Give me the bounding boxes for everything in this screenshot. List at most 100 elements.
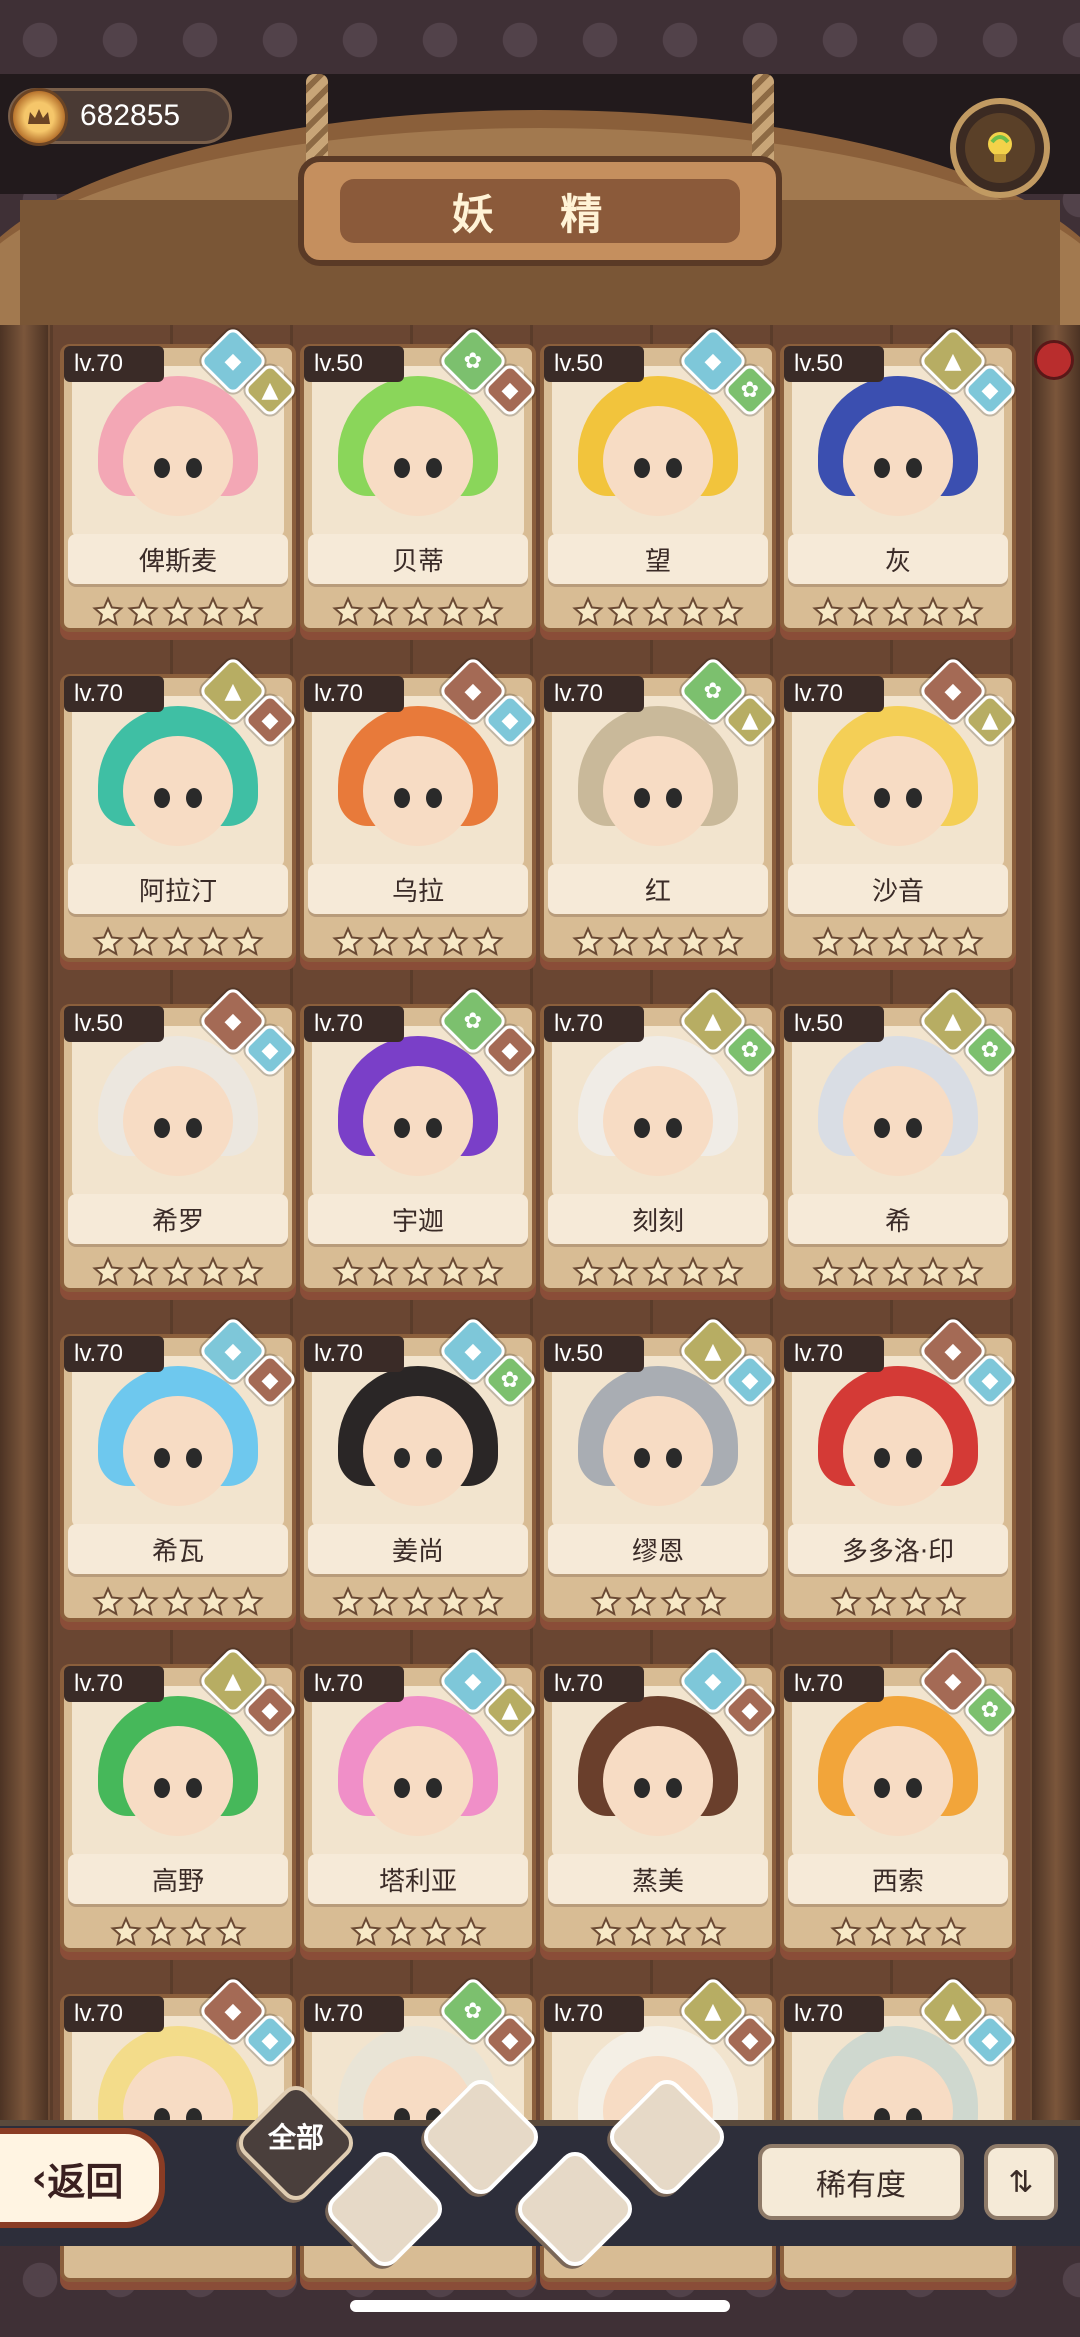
- star-icon: [917, 1256, 949, 1287]
- portrait-eye: [426, 1778, 442, 1798]
- element-glyph: ◆: [741, 2027, 759, 2053]
- fairy-card[interactable]: lv.50 ▲ ◆ 灰: [780, 325, 1019, 640]
- star-icon: [472, 596, 504, 627]
- portrait-face: [603, 736, 713, 846]
- fairy-card[interactable]: lv.70 ▲ ◆ 高野: [60, 1645, 299, 1960]
- fairy-card[interactable]: lv.70 ◆ ◆ 乌拉: [300, 655, 539, 970]
- fairy-card[interactable]: lv.70 ▲ ◆ 阿拉汀: [60, 655, 299, 970]
- fairy-card[interactable]: lv.70 ◆ ▲ 沙音: [780, 655, 1019, 970]
- element-glyph: ◆: [261, 1367, 279, 1393]
- portrait-eye: [394, 1778, 410, 1798]
- star-icon: [197, 1586, 229, 1617]
- level-label: lv.70: [64, 346, 164, 382]
- portrait-eye: [666, 458, 682, 478]
- star-icon: [712, 926, 744, 957]
- fairy-card[interactable]: lv.70 ◆ ▲ 俾斯麦: [60, 325, 299, 640]
- star-icon: [162, 1586, 194, 1617]
- fairy-name: 塔利亚: [308, 1854, 528, 1904]
- star-icon: [694, 1916, 727, 1947]
- portrait-eye: [634, 458, 650, 478]
- portrait-eye: [634, 1118, 650, 1138]
- fairy-card[interactable]: lv.50 ◆ ◆ 希罗: [60, 985, 299, 1300]
- star-icon: [402, 1586, 434, 1617]
- fairy-card[interactable]: lv.70 ◆ ✿ 姜尚: [300, 1315, 539, 1630]
- portrait-eye: [666, 1778, 682, 1798]
- star-icon: [232, 1586, 264, 1617]
- fairy-card[interactable]: lv.70 ◆ ✿ 西索: [780, 1645, 1019, 1960]
- fairy-card[interactable]: lv.50 ✿ ◆ 贝蒂: [300, 325, 539, 640]
- help-button[interactable]: [950, 98, 1050, 198]
- fairy-card[interactable]: lv.70 ✿ ◆ 宇迦: [300, 985, 539, 1300]
- star-icon: [332, 596, 364, 627]
- portrait-face: [363, 1066, 473, 1176]
- fairy-card[interactable]: lv.70 ◆ ◆ 希瓦: [60, 1315, 299, 1630]
- fairy-card[interactable]: lv.70 ◆ ◆ 多多洛·印: [780, 1315, 1019, 1630]
- star-icon: [437, 596, 469, 627]
- fairy-name: 沙音: [788, 864, 1008, 914]
- level-label: lv.50: [544, 1336, 644, 1372]
- star-icon: [367, 926, 399, 957]
- portrait-eye: [154, 1778, 170, 1798]
- fairy-name: 俾斯麦: [68, 534, 288, 584]
- portrait-face: [363, 736, 473, 846]
- element-glyph: ▲: [981, 707, 999, 733]
- portrait-face: [123, 736, 233, 846]
- home-indicator[interactable]: [350, 2300, 730, 2312]
- portrait-eye: [186, 1118, 202, 1138]
- star-icon: [882, 596, 914, 627]
- star-icon: [332, 926, 364, 957]
- portrait-eye: [154, 458, 170, 478]
- fairy-name: 望: [548, 534, 768, 584]
- fairy-card[interactable]: lv.50 ▲ ✿ 希: [780, 985, 1019, 1300]
- element-glyph: ◆: [944, 1668, 962, 1694]
- back-button[interactable]: ‹ 返回: [0, 2128, 165, 2228]
- element-glyph: ◆: [464, 1668, 482, 1694]
- fairy-card[interactable]: lv.70 ▲ ✿ 刻刻: [540, 985, 779, 1300]
- portrait-eye: [154, 1118, 170, 1138]
- ladybug-icon: [1034, 340, 1074, 380]
- star-rating: [780, 922, 1016, 962]
- star-icon: [92, 1256, 124, 1287]
- star-icon: [332, 1256, 364, 1287]
- star-icon: [402, 1256, 434, 1287]
- fairy-card[interactable]: lv.70 ◆ ◆ 蒸美: [540, 1645, 779, 1960]
- star-icon: [332, 1586, 364, 1617]
- portrait-face: [843, 1396, 953, 1506]
- element-glyph: ◆: [224, 348, 242, 374]
- back-label: 返回: [47, 2159, 124, 2204]
- fairy-card[interactable]: lv.70 ◆ ▲ 塔利亚: [300, 1645, 539, 1960]
- sort-order-icon[interactable]: ⇅: [984, 2144, 1058, 2220]
- star-icon: [367, 1256, 399, 1287]
- sort-rarity-button[interactable]: 稀有度: [758, 2144, 964, 2220]
- portrait-eye: [874, 1118, 890, 1138]
- star-rating: [540, 1252, 776, 1292]
- star-icon: [899, 1586, 932, 1617]
- element-glyph: ◆: [981, 1367, 999, 1393]
- element-glyph: ◆: [501, 2027, 519, 2053]
- star-icon: [109, 1916, 142, 1947]
- star-icon: [92, 1586, 124, 1617]
- level-label: lv.70: [304, 1666, 404, 1702]
- fairy-name: 希瓦: [68, 1524, 288, 1574]
- level-label: lv.70: [304, 676, 404, 712]
- currency-value: 682855: [80, 99, 181, 132]
- portrait-eye: [426, 1448, 442, 1468]
- fairy-card[interactable]: lv.50 ◆ ✿ 望: [540, 325, 779, 640]
- element-glyph: ◆: [261, 1037, 279, 1063]
- element-glyph: ▲: [704, 1338, 722, 1364]
- element-glyph: ◆: [224, 1998, 242, 2024]
- fairy-card[interactable]: lv.70 ✿ ▲ 红: [540, 655, 779, 970]
- level-label: lv.50: [784, 1006, 884, 1042]
- star-rating: [540, 1582, 776, 1622]
- portrait-eye: [874, 788, 890, 808]
- element-glyph: ✿: [980, 1697, 1000, 1723]
- star-icon: [952, 926, 984, 957]
- fairy-name: 希罗: [68, 1194, 288, 1244]
- level-label: lv.50: [64, 1006, 164, 1042]
- star-rating: [540, 1912, 776, 1952]
- star-icon: [162, 926, 194, 957]
- tab-all-label: 全部: [267, 2121, 324, 2154]
- element-glyph: ◆: [464, 678, 482, 704]
- fairy-card[interactable]: lv.50 ▲ ◆ 缪恩: [540, 1315, 779, 1630]
- portrait-face: [603, 1066, 713, 1176]
